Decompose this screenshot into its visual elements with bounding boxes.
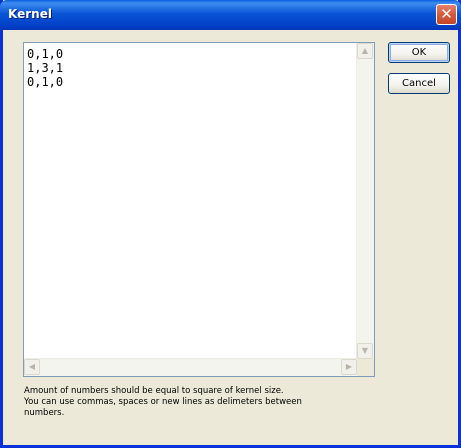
kernel-line: 0,1,0 [27, 75, 64, 89]
help-text: Amount of numbers should be equal to squ… [24, 386, 344, 419]
window-title: Kernel [8, 7, 52, 21]
chevron-right-icon: ▶ [345, 362, 353, 371]
chevron-left-icon: ◀ [28, 362, 36, 371]
close-icon: ✕ [440, 5, 453, 23]
help-line: Amount of numbers should be equal to squ… [24, 386, 284, 396]
scroll-down-button[interactable]: ▼ [357, 343, 373, 359]
vertical-scrollbar[interactable]: ▲ ▼ [356, 43, 374, 359]
kernel-dialog: Kernel ✕ 0,1,0 1,3,1 0,1,0 ▲ ▼ ◀ ▶ OK Canc… [0, 0, 461, 448]
kernel-line: 0,1,0 [27, 47, 64, 61]
help-line: numbers. [24, 408, 65, 418]
kernel-textarea[interactable]: 0,1,0 1,3,1 0,1,0 ▲ ▼ ◀ ▶ [23, 42, 375, 377]
help-line: You can use commas, spaces or new lines … [24, 397, 302, 407]
scroll-right-button[interactable]: ▶ [341, 359, 357, 375]
scroll-left-button[interactable]: ◀ [24, 359, 40, 375]
ok-button[interactable]: OK [388, 42, 450, 63]
cancel-button[interactable]: Cancel [388, 73, 450, 94]
scrollbar-corner [357, 359, 374, 376]
kernel-text[interactable]: 0,1,0 1,3,1 0,1,0 [27, 47, 63, 89]
horizontal-scrollbar[interactable]: ◀ ▶ [24, 358, 357, 376]
chevron-down-icon: ▼ [361, 346, 369, 355]
scroll-up-button[interactable]: ▲ [357, 43, 373, 59]
kernel-line: 1,3,1 [27, 61, 64, 75]
title-bar[interactable]: Kernel ✕ [0, 0, 461, 30]
chevron-up-icon: ▲ [361, 46, 369, 55]
close-button[interactable]: ✕ [436, 4, 457, 25]
